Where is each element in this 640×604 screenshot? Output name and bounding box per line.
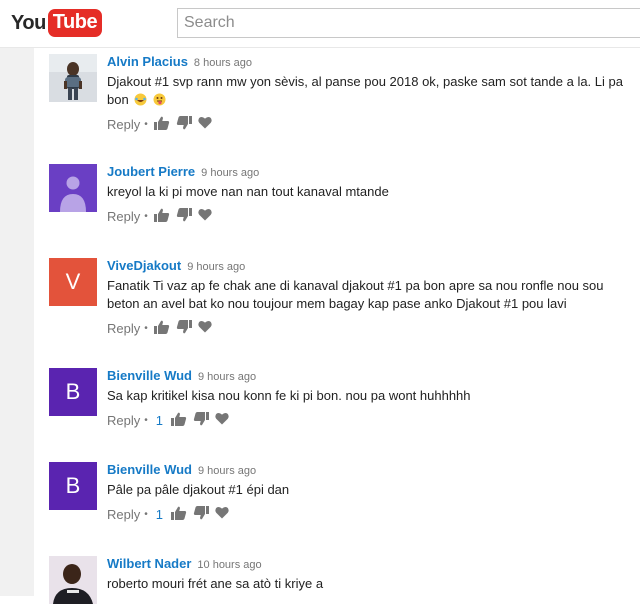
thumbs-down-icon[interactable] <box>176 319 192 337</box>
masthead: You Tube <box>0 0 640 48</box>
comment-timestamp[interactable]: 10 hours ago <box>197 559 261 571</box>
tongue-emoji <box>153 93 166 106</box>
avatar[interactable] <box>49 54 97 102</box>
comment-author[interactable]: ViveDjakout <box>107 258 181 273</box>
thumbs-up-icon[interactable] <box>153 116 170 133</box>
avatar[interactable]: B <box>49 368 97 416</box>
comment-author[interactable]: Bienville Wud <box>107 368 192 383</box>
heart-icon[interactable] <box>198 116 212 132</box>
comment-timestamp[interactable]: 9 hours ago <box>201 167 259 179</box>
avatar-letter: B <box>65 473 81 498</box>
thumbs-up-icon[interactable] <box>153 320 170 337</box>
logo-tube-text: Tube <box>47 9 103 37</box>
comment-actions: Reply • <box>107 115 627 133</box>
search-input[interactable] <box>177 8 640 38</box>
comment-timestamp[interactable]: 9 hours ago <box>198 371 256 383</box>
logo-you-text: You <box>11 11 46 34</box>
heart-icon[interactable] <box>198 320 212 336</box>
comment-actions: Reply • 1 <box>107 411 627 429</box>
thumbs-up-icon[interactable] <box>171 412 187 429</box>
separator-dot: • <box>144 414 148 426</box>
comment-author[interactable]: Joubert Pierre <box>107 164 195 179</box>
comment-actions: Reply • <box>107 319 627 337</box>
avatar[interactable] <box>49 556 97 604</box>
left-gutter <box>0 48 34 596</box>
reply-button[interactable]: Reply <box>107 413 140 428</box>
comment-actions: Reply • <box>107 207 627 225</box>
like-count: 1 <box>155 412 163 428</box>
comment-text: Fanatik Ti vaz ap fe chak ane di kanaval… <box>107 278 604 311</box>
comment-text: Pâle pa pâle djakout #1 épi dan <box>107 482 290 497</box>
avatar-letter: V <box>65 269 81 294</box>
thumbs-down-icon[interactable] <box>193 505 209 523</box>
reply-button[interactable]: Reply <box>107 117 140 132</box>
like-count: 1 <box>155 506 163 522</box>
reply-button[interactable]: Reply <box>107 209 140 224</box>
separator-dot: • <box>144 210 148 222</box>
comment-timestamp[interactable]: 8 hours ago <box>194 57 252 69</box>
separator-dot: • <box>144 508 148 520</box>
thumbs-down-icon[interactable] <box>176 207 192 225</box>
comment-text-content: Djakout #1 svp rann mw yon sèvis, al pan… <box>107 74 623 107</box>
comment-text: Djakout #1 svp rann mw yon sèvis, al pan… <box>107 73 627 109</box>
avatar-letter: B <box>65 379 81 404</box>
comment-actions: Reply • 1 <box>107 505 627 523</box>
comment-text: kreyol la ki pi move nan nan tout kanava… <box>107 184 389 199</box>
heart-icon[interactable] <box>198 208 212 224</box>
heart-icon[interactable] <box>215 506 229 522</box>
thumbs-down-icon[interactable] <box>193 411 209 429</box>
heart-icon[interactable] <box>215 412 229 428</box>
comments-list: Alvin Placius 8 hours ago Djakout #1 svp … <box>34 48 640 604</box>
reply-button[interactable]: Reply <box>107 321 140 336</box>
comment-timestamp[interactable]: 9 hours ago <box>187 261 245 273</box>
comment-author[interactable]: Alvin Placius <box>107 54 188 69</box>
avatar[interactable]: B <box>49 462 97 510</box>
thumbs-up-icon[interactable] <box>153 208 170 225</box>
comment-author[interactable]: Wilbert Nader <box>107 556 191 571</box>
thumbs-up-icon[interactable] <box>171 506 187 523</box>
comment-author[interactable]: Bienville Wud <box>107 462 192 477</box>
reply-button[interactable]: Reply <box>107 507 140 522</box>
comment-text: Sa kap kritikel kisa nou konn fe ki pi b… <box>107 388 471 403</box>
comment-text: roberto mouri frét ane sa atò ti kriye a <box>107 576 324 591</box>
separator-dot: • <box>144 322 148 334</box>
separator-dot: • <box>144 118 148 130</box>
avatar[interactable]: V <box>49 258 97 306</box>
youtube-logo[interactable]: You Tube <box>11 8 103 38</box>
avatar[interactable] <box>49 164 97 212</box>
user-photo-icon <box>49 54 97 102</box>
laughing-tears-emoji <box>134 93 147 106</box>
thumbs-down-icon[interactable] <box>176 115 192 133</box>
default-user-icon <box>49 164 97 212</box>
comment-timestamp[interactable]: 9 hours ago <box>198 465 256 477</box>
user-photo-icon <box>49 556 97 604</box>
